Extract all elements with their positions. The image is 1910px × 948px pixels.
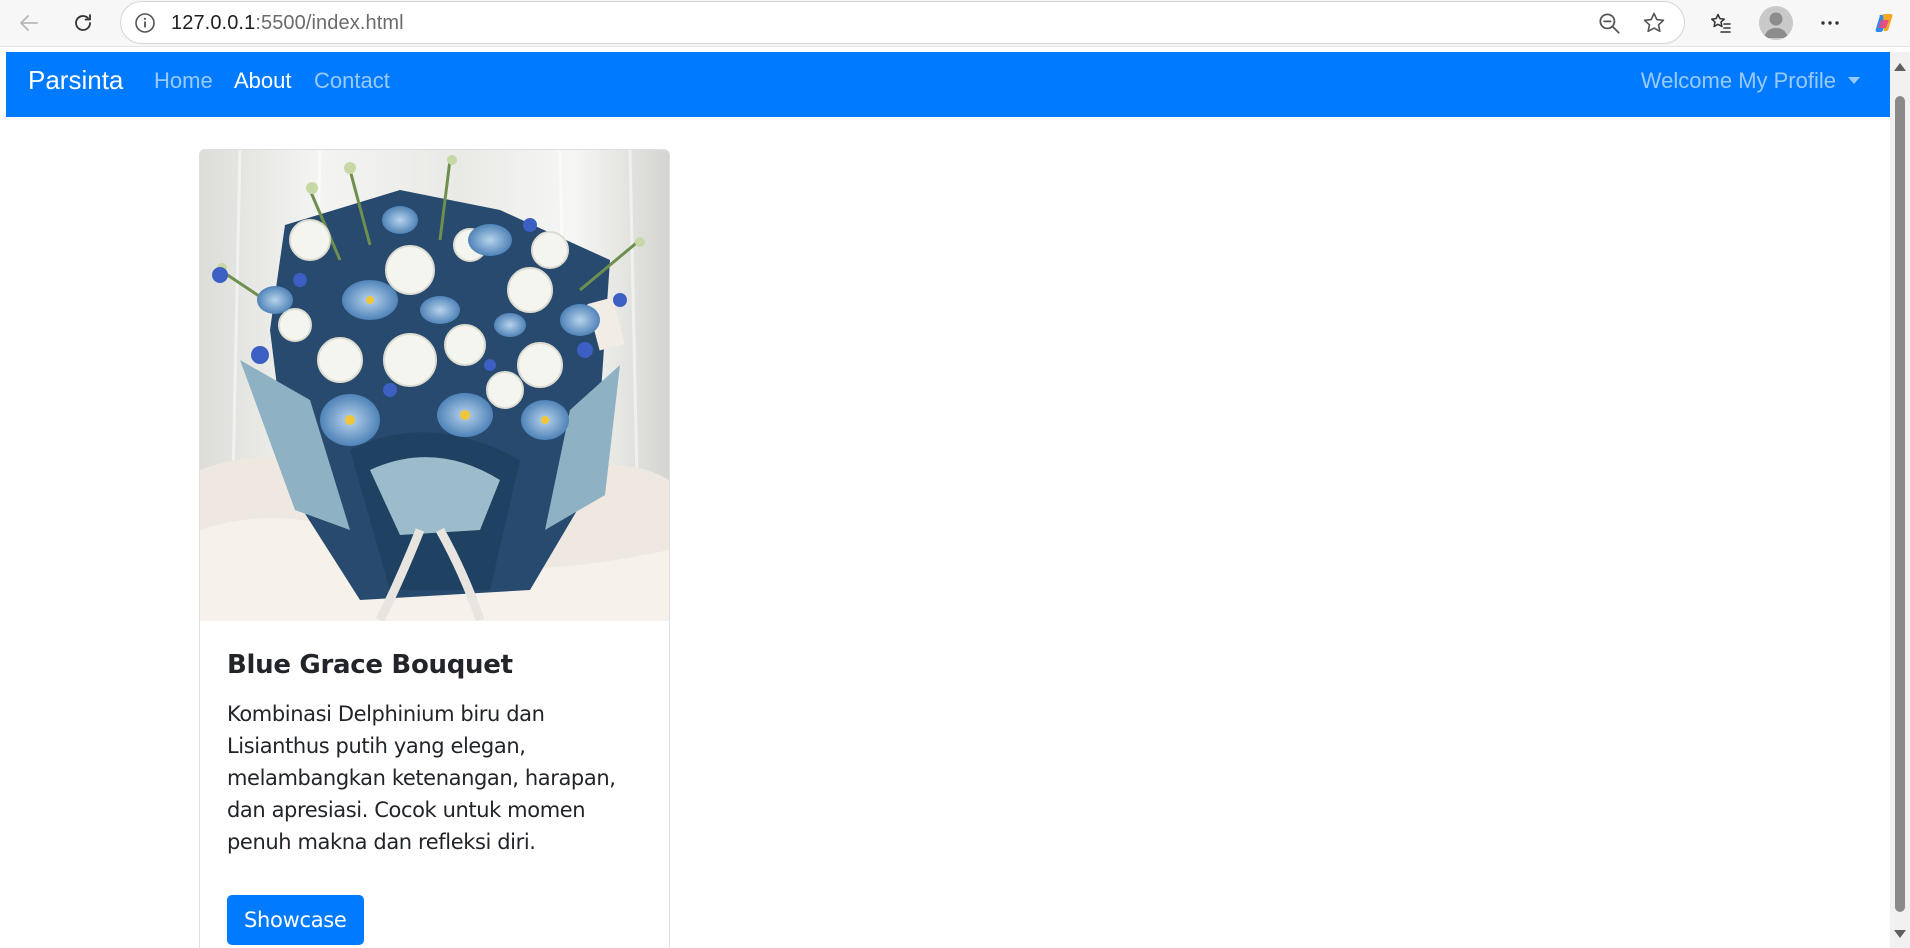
- reload-icon: [75, 14, 91, 31]
- bouquet-image: [200, 150, 669, 621]
- navbar-brand[interactable]: Parsinta: [28, 65, 123, 96]
- product-card: Blue Grace Bouquet Kombinasi Delphinium …: [199, 149, 670, 948]
- page-viewport: Parsinta Home About Contact Welcome My P…: [6, 52, 1890, 948]
- copilot-button[interactable]: [1866, 5, 1902, 41]
- page-scrollbar[interactable]: [1890, 52, 1910, 948]
- back-button[interactable]: [11, 5, 47, 41]
- copilot-icon: [1875, 14, 1893, 32]
- caret-down-icon: [1848, 76, 1860, 84]
- card-title: Blue Grace Bouquet: [227, 650, 513, 680]
- scroll-up-arrow-icon[interactable]: [1894, 63, 1906, 71]
- scroll-thumb[interactable]: [1895, 96, 1905, 912]
- favorites-button[interactable]: [1703, 5, 1739, 41]
- favorites-list-icon: [1710, 13, 1731, 33]
- nav-link-about[interactable]: About: [234, 68, 292, 94]
- url-path: :5500/index.html: [255, 12, 404, 34]
- navbar: Parsinta Home About Contact Welcome My P…: [6, 52, 1890, 117]
- card-description: Kombinasi Delphinium biru dan Lisianthus…: [227, 702, 616, 854]
- profile-dropdown-label: Welcome My Profile: [1640, 68, 1836, 93]
- profile-dropdown[interactable]: Welcome My Profile: [1641, 68, 1860, 94]
- nav-link-contact[interactable]: Contact: [314, 68, 390, 94]
- zoom-out-icon[interactable]: [1596, 10, 1622, 36]
- back-arrow-icon: [20, 15, 38, 31]
- info-icon[interactable]: [133, 11, 157, 35]
- nav-link-home[interactable]: Home: [154, 68, 213, 94]
- reload-button[interactable]: [65, 5, 101, 41]
- more-dots-icon: [1821, 21, 1839, 25]
- favorite-star-icon[interactable]: [1641, 10, 1667, 36]
- address-bar[interactable]: 127.0.0.1:5500/index.html: [120, 1, 1685, 44]
- more-options-button[interactable]: [1812, 5, 1848, 41]
- browser-toolbar: 127.0.0.1:5500/index.html: [0, 0, 1910, 47]
- showcase-button[interactable]: Showcase: [227, 895, 364, 945]
- scroll-down-arrow-icon[interactable]: [1894, 930, 1906, 938]
- profile-avatar-icon[interactable]: [1759, 6, 1793, 40]
- url-text[interactable]: 127.0.0.1:5500/index.html: [171, 12, 404, 35]
- url-host: 127.0.0.1: [171, 12, 256, 34]
- card-body: Blue Grace Bouquet Kombinasi Delphinium …: [227, 650, 647, 945]
